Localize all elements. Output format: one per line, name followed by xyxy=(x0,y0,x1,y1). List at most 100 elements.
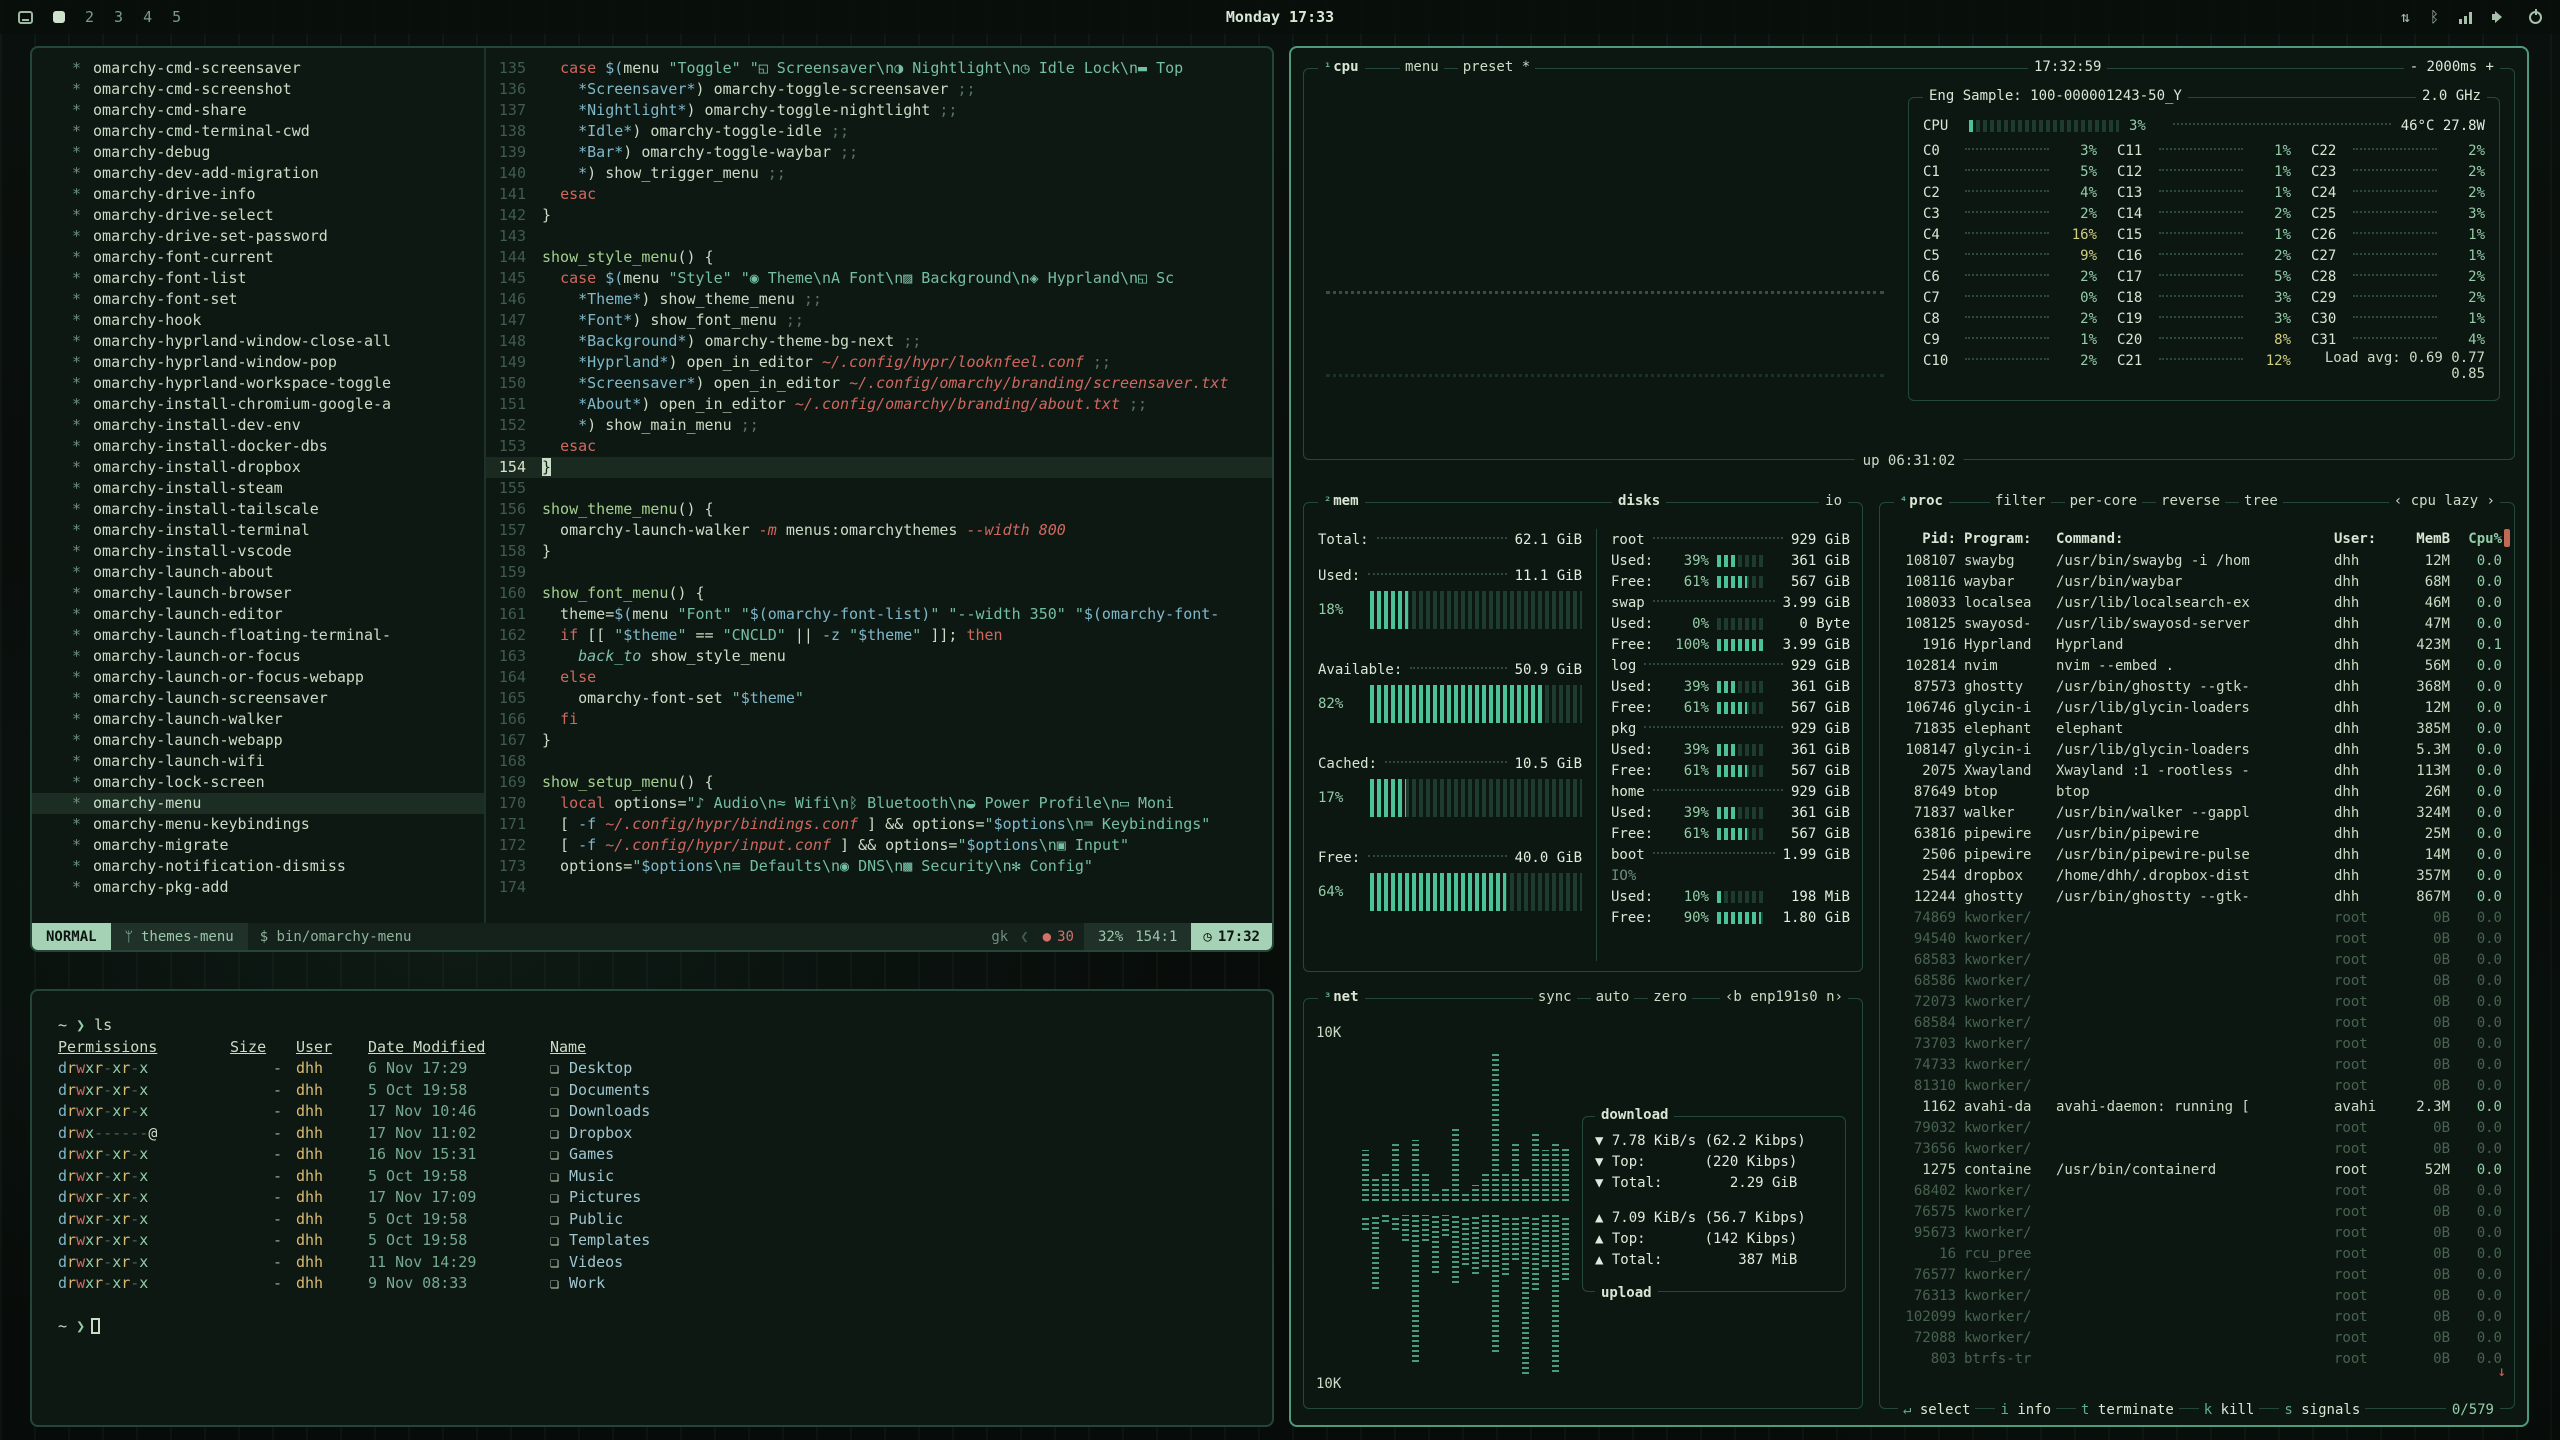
io-toggle[interactable]: io xyxy=(1819,493,1848,509)
file-item[interactable]: *omarchy-launch-or-focus-webapp xyxy=(32,667,484,688)
code-line[interactable]: 154} xyxy=(486,457,1272,478)
process-row[interactable]: 94540kworker/root0B0.0 xyxy=(1894,928,2502,949)
file-item[interactable]: *omarchy-install-terminal xyxy=(32,520,484,541)
diagnostics-count[interactable]: ●30 xyxy=(1033,923,1084,950)
code-line[interactable]: 139 *Bar*) omarchy-toggle-waybar ;; xyxy=(486,142,1272,163)
process-row[interactable]: 87649btopbtopdhh26M0.0 xyxy=(1894,781,2502,802)
code-line[interactable]: 163 back_to show_style_menu xyxy=(486,646,1272,667)
file-item[interactable]: *omarchy-launch-walker xyxy=(32,709,484,730)
code-line[interactable]: 144show_style_menu() { xyxy=(486,247,1272,268)
bluetooth-icon[interactable]: ᛒ xyxy=(2430,8,2439,26)
code-line[interactable]: 157 omarchy-launch-walker -m menus:omarc… xyxy=(486,520,1272,541)
process-row[interactable]: 108107swaybg/usr/bin/swaybg -i /homdhh12… xyxy=(1894,550,2502,571)
code-line[interactable]: 137 *Nightlight*) omarchy-toggle-nightli… xyxy=(486,100,1272,121)
code-line[interactable]: 174 xyxy=(486,877,1272,898)
code-line[interactable]: 170 local options="♪ Audio\n≈ Wifi\nᛒ Bl… xyxy=(486,793,1272,814)
process-row[interactable]: 16rcu_preeroot0B0.0 xyxy=(1894,1243,2502,1264)
process-row[interactable]: 72073kworker/root0B0.0 xyxy=(1894,991,2502,1012)
file-item[interactable]: *omarchy-cmd-share xyxy=(32,100,484,121)
process-row[interactable]: 108116waybar/usr/bin/waybardhh68M0.0 xyxy=(1894,571,2502,592)
file-item[interactable]: *omarchy-hyprland-window-pop xyxy=(32,352,484,373)
power-icon[interactable] xyxy=(2529,11,2542,24)
git-branch[interactable]: ᛘthemes-menu xyxy=(111,923,248,950)
process-row[interactable]: 68584kworker/root0B0.0 xyxy=(1894,1012,2502,1033)
workspace-4[interactable]: 4 xyxy=(143,8,152,26)
process-row[interactable]: 73656kworker/root0B0.0 xyxy=(1894,1138,2502,1159)
proc-button-reverse[interactable]: reverse xyxy=(2156,493,2225,509)
code-line[interactable]: 167} xyxy=(486,730,1272,751)
code-line[interactable]: 172 [ -f ~/.config/hypr/input.conf ] && … xyxy=(486,835,1272,856)
column-header[interactable]: Command: xyxy=(2056,531,2326,547)
process-row[interactable]: 71837walker/usr/bin/walker --gappldhh324… xyxy=(1894,802,2502,823)
code-line[interactable]: 151 *About*) open_in_editor ~/.config/om… xyxy=(486,394,1272,415)
process-row[interactable]: 74869kworker/root0B0.0 xyxy=(1894,907,2502,928)
file-item[interactable]: *omarchy-install-chromium-google-a xyxy=(32,394,484,415)
file-item[interactable]: *omarchy-cmd-screenshot xyxy=(32,79,484,100)
file-item[interactable]: *omarchy-hyprland-workspace-toggle xyxy=(32,373,484,394)
file-item[interactable]: *omarchy-launch-floating-terminal- xyxy=(32,625,484,646)
disks-panel-title[interactable]: disks xyxy=(1612,493,1666,509)
workspace-3[interactable]: 3 xyxy=(114,8,123,26)
code-line[interactable]: 149 *Hyprland*) open_in_editor ~/.config… xyxy=(486,352,1272,373)
file-item[interactable]: *omarchy-drive-select xyxy=(32,205,484,226)
process-row[interactable]: 108125swayosd-/usr/lib/swayosd-serverdhh… xyxy=(1894,613,2502,634)
footer-hint-terminate[interactable]: t terminate xyxy=(2076,1402,2179,1418)
process-row[interactable]: 81310kworker/root0B0.0 xyxy=(1894,1075,2502,1096)
process-row[interactable]: 102099kworker/root0B0.0 xyxy=(1894,1306,2502,1327)
file-item[interactable]: *omarchy-drive-set-password xyxy=(32,226,484,247)
file-item[interactable]: *omarchy-launch-or-focus xyxy=(32,646,484,667)
process-row[interactable]: 73703kworker/root0B0.0 xyxy=(1894,1033,2502,1054)
footer-hint-kill[interactable]: k kill xyxy=(2199,1402,2260,1418)
code-line[interactable]: 165 omarchy-font-set "$theme" xyxy=(486,688,1272,709)
process-row[interactable]: 72088kworker/root0B0.0 xyxy=(1894,1327,2502,1348)
code-line[interactable]: 138 *Idle*) omarchy-toggle-idle ;; xyxy=(486,121,1272,142)
code-line[interactable]: 142} xyxy=(486,205,1272,226)
code-line[interactable]: 166 fi xyxy=(486,709,1272,730)
file-item[interactable]: *omarchy-font-set xyxy=(32,289,484,310)
code-line[interactable]: 146 *Theme*) show_theme_menu ;; xyxy=(486,289,1272,310)
file-item[interactable]: *omarchy-debug xyxy=(32,142,484,163)
process-row[interactable]: 95673kworker/root0B0.0 xyxy=(1894,1222,2502,1243)
code-line[interactable]: 169show_setup_menu() { xyxy=(486,772,1272,793)
proc-button-tree[interactable]: tree xyxy=(2239,493,2283,509)
process-row[interactable]: 76313kworker/root0B0.0 xyxy=(1894,1285,2502,1306)
process-row[interactable]: 108033localsea/usr/lib/localsearch-exdhh… xyxy=(1894,592,2502,613)
footer-hint-select[interactable]: ↵ select xyxy=(1898,1402,1975,1418)
process-row[interactable]: 71835elephantelephantdhh385M0.0 xyxy=(1894,718,2502,739)
next-prompt-line[interactable]: ~ ❯ xyxy=(58,1316,1246,1338)
file-item[interactable]: *omarchy-install-steam xyxy=(32,478,484,499)
file-item[interactable]: *omarchy-install-dev-env xyxy=(32,415,484,436)
process-row[interactable]: 1162avahi-daavahi-daemon: running [avahi… xyxy=(1894,1096,2502,1117)
file-item[interactable]: *omarchy-launch-about xyxy=(32,562,484,583)
file-item[interactable]: *omarchy-launch-browser xyxy=(32,583,484,604)
file-item[interactable]: *omarchy-hyprland-window-close-all xyxy=(32,331,484,352)
column-header[interactable]: Pid: xyxy=(1894,531,1956,547)
process-row[interactable]: 68402kworker/root0B0.0 xyxy=(1894,1180,2502,1201)
code-line[interactable]: 153 esac xyxy=(486,436,1272,457)
workspace-1-active[interactable] xyxy=(53,11,65,23)
process-row[interactable]: 76577kworker/root0B0.0 xyxy=(1894,1264,2502,1285)
file-item[interactable]: *omarchy-launch-screensaver xyxy=(32,688,484,709)
process-row[interactable]: 106746glycin-i/usr/lib/glycin-loadersdhh… xyxy=(1894,697,2502,718)
code-line[interactable]: 143 xyxy=(486,226,1272,247)
code-line[interactable]: 147 *Font*) show_font_menu ;; xyxy=(486,310,1272,331)
code-line[interactable]: 160show_font_menu() { xyxy=(486,583,1272,604)
column-header[interactable]: Program: xyxy=(1964,531,2048,547)
process-row[interactable]: 102814nvimnvim --embed .dhh56M0.0 xyxy=(1894,655,2502,676)
code-line[interactable]: 141 esac xyxy=(486,184,1272,205)
code-line[interactable]: 135 case $(menu "Toggle" "◱ Screensaver\… xyxy=(486,58,1272,79)
process-row[interactable]: 68586kworker/root0B0.0 xyxy=(1894,970,2502,991)
proc-button-percore[interactable]: per-core xyxy=(2065,493,2142,509)
net-button-zero[interactable]: zero xyxy=(1648,989,1692,1005)
file-item[interactable]: *omarchy-install-tailscale xyxy=(32,499,484,520)
code-line[interactable]: 140 *) show_trigger_menu ;; xyxy=(486,163,1272,184)
column-header[interactable]: Cpu% xyxy=(2458,531,2502,547)
file-item[interactable]: *omarchy-font-current xyxy=(32,247,484,268)
code-line[interactable]: 171 [ -f ~/.config/hypr/bindings.conf ] … xyxy=(486,814,1272,835)
process-row[interactable]: 12244ghostty/usr/bin/ghostty --gtk-dhh86… xyxy=(1894,886,2502,907)
scroll-down-indicator[interactable]: ↓ xyxy=(2498,1364,2506,1380)
net-button-auto[interactable]: auto xyxy=(1591,989,1635,1005)
file-item[interactable]: *omarchy-launch-editor xyxy=(32,604,484,625)
network-arrows-icon[interactable]: ⇅ xyxy=(2401,8,2410,26)
proc-scrollbar-thumb[interactable] xyxy=(2504,529,2510,547)
